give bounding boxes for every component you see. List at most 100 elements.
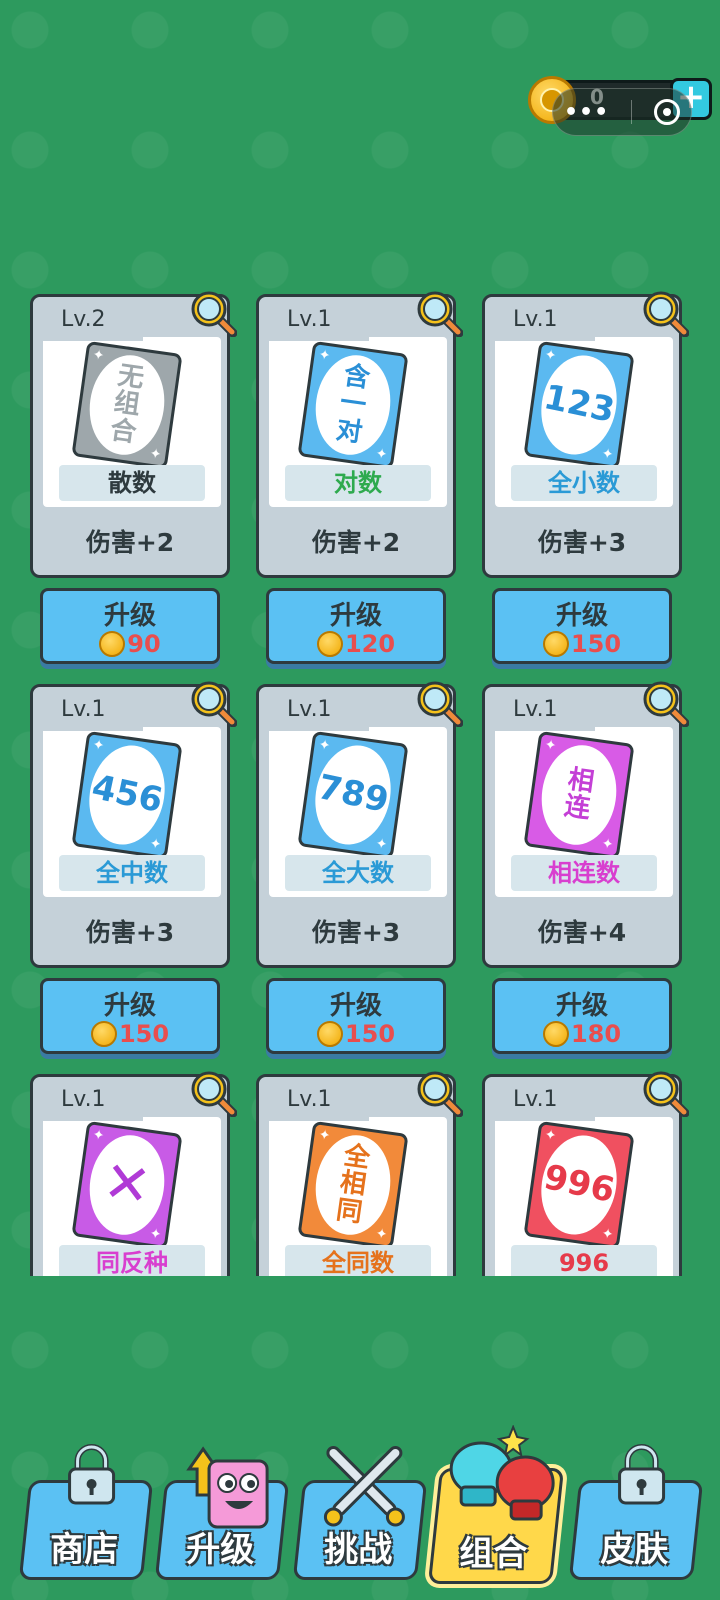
card-name: 全中数 bbox=[59, 855, 205, 891]
magnifier-icon[interactable] bbox=[189, 679, 238, 728]
card-level: Lv.1 bbox=[485, 687, 595, 731]
combo-card[interactable]: Lv.1 ✦ ✦ ✕ 同反种 bbox=[30, 1071, 238, 1276]
nav-tab-1[interactable]: 升级 bbox=[154, 1446, 290, 1580]
nav-label: 组合 bbox=[459, 1534, 528, 1574]
card-damage: 伤害+3 bbox=[311, 918, 401, 947]
upgrade-button[interactable]: 升级 150 bbox=[266, 978, 446, 1054]
card-level: Lv.1 bbox=[259, 687, 369, 731]
combo-card[interactable]: Lv.1 ✦ ✦ 含 一 对 对数 伤害+2 bbox=[256, 291, 464, 578]
card-name: 全同数 bbox=[285, 1245, 431, 1276]
magnifier-icon[interactable] bbox=[415, 1069, 464, 1118]
nav-label: 升级 bbox=[186, 1530, 255, 1570]
upgrade-cost: 90 bbox=[43, 630, 217, 658]
capsule-divider bbox=[631, 100, 633, 124]
card-symbol-tile: ✦ ✦ 全 相 同 bbox=[297, 1120, 409, 1250]
upgrade-label: 升级 bbox=[329, 991, 382, 1021]
magnifier-icon[interactable] bbox=[415, 679, 464, 728]
nav-label: 皮肤 bbox=[600, 1530, 669, 1570]
card-symbol: 996 bbox=[532, 1128, 626, 1242]
upgrade-cost: 150 bbox=[495, 630, 669, 658]
boxing-gloves-icon bbox=[441, 1424, 561, 1529]
upgrade-price: 120 bbox=[344, 630, 396, 658]
card-damage: 伤害+3 bbox=[537, 528, 627, 557]
nav-tab-2[interactable]: 挑战 bbox=[292, 1446, 428, 1580]
upgrade-button[interactable]: 升级 150 bbox=[492, 588, 672, 664]
card-symbol-tile: ✦ ✦ 123 bbox=[523, 340, 635, 470]
upgrade-price: 90 bbox=[127, 630, 161, 658]
card-name: 同反种 bbox=[59, 1245, 205, 1276]
upgrade-price: 150 bbox=[344, 1020, 396, 1048]
crossed-swords-icon bbox=[319, 1443, 409, 1533]
upgrade-label: 升级 bbox=[103, 991, 156, 1021]
coin-icon bbox=[99, 631, 126, 657]
coin-icon bbox=[542, 631, 569, 657]
close-target-icon[interactable] bbox=[654, 99, 681, 125]
upgrade-cost: 150 bbox=[43, 1020, 217, 1048]
card-name: 全小数 bbox=[511, 465, 657, 501]
coin-icon bbox=[316, 631, 343, 657]
card-level: Lv.1 bbox=[259, 1077, 369, 1121]
card-symbol: 全 相 同 bbox=[309, 1130, 397, 1240]
upgrade-price: 150 bbox=[570, 630, 622, 658]
nav-tab-4[interactable]: 皮肤 bbox=[568, 1444, 704, 1580]
upgrade-price: 150 bbox=[118, 1020, 170, 1048]
card-damage: 伤害+4 bbox=[537, 918, 627, 947]
card-name: 散数 bbox=[59, 465, 205, 501]
magnifier-icon[interactable] bbox=[641, 1069, 690, 1118]
card-level: Lv.1 bbox=[259, 297, 369, 341]
upgrade-cost: 120 bbox=[269, 630, 443, 658]
coin-icon bbox=[542, 1021, 569, 1047]
card-symbol-tile: ✦ ✦ 456 bbox=[71, 730, 183, 860]
nav-tab-0[interactable]: 商店 bbox=[18, 1444, 154, 1580]
nav-tab-3[interactable]: 组合 bbox=[427, 1424, 565, 1584]
card-damage: 伤害+2 bbox=[85, 528, 175, 557]
combo-card[interactable]: Lv.1 ✦ ✦ 相 连 相连数 伤害+4 bbox=[482, 681, 690, 968]
card-level: Lv.1 bbox=[485, 1077, 595, 1121]
upgrade-price: 180 bbox=[570, 1020, 622, 1048]
card-name: 全大数 bbox=[285, 855, 431, 891]
card-symbol-tile: ✦ ✦ 789 bbox=[297, 730, 409, 860]
card-name: 相连数 bbox=[511, 855, 657, 891]
card-symbol-tile: ✦ ✦ 相 连 bbox=[523, 730, 635, 860]
upgrade-button[interactable]: 升级 120 bbox=[266, 588, 446, 664]
combo-card[interactable]: Lv.1 ✦ ✦ 456 全中数 伤害+3 bbox=[30, 681, 238, 968]
combo-grid: Lv.2 ✦ ✦ 无 组 合 散数 伤害+2 升级 90 Lv.1 ✦ ✦ 含 一 … bbox=[0, 290, 720, 1276]
card-level: Lv.1 bbox=[33, 1077, 143, 1121]
card-symbol-tile: ✦ ✦ 996 bbox=[523, 1120, 635, 1250]
coin-icon bbox=[316, 1021, 343, 1047]
combo-card[interactable]: Lv.1 ✦ ✦ 123 全小数 伤害+3 bbox=[482, 291, 690, 578]
magnifier-icon[interactable] bbox=[641, 679, 690, 728]
magnifier-icon[interactable] bbox=[189, 290, 238, 338]
card-damage: 伤害+2 bbox=[311, 528, 401, 557]
magnifier-icon[interactable] bbox=[189, 1069, 238, 1118]
magnifier-icon[interactable] bbox=[415, 290, 464, 338]
mini-program-capsule: ••• bbox=[552, 88, 692, 136]
upgrade-button[interactable]: 升级 150 bbox=[40, 978, 220, 1054]
card-symbol: 相 连 bbox=[535, 740, 623, 850]
lock-icon bbox=[62, 1443, 122, 1511]
nav-label: 商店 bbox=[50, 1530, 119, 1570]
upgrade-label: 升级 bbox=[329, 601, 382, 631]
card-symbol-tile: ✦ ✦ ✕ bbox=[71, 1120, 183, 1250]
magnifier-icon[interactable] bbox=[641, 290, 690, 338]
coin-icon bbox=[90, 1021, 117, 1047]
lock-icon bbox=[612, 1443, 672, 1511]
card-damage: 伤害+3 bbox=[85, 918, 175, 947]
card-symbol-tile: ✦ ✦ 无 组 合 bbox=[71, 340, 183, 470]
upgrade-cost: 180 bbox=[495, 1020, 669, 1048]
combo-card[interactable]: Lv.1 ✦ ✦ 全 相 同 全同数 bbox=[256, 1071, 464, 1276]
upgrade-cost: 150 bbox=[269, 1020, 443, 1048]
bottom-nav: 商店 升级 挑战 组合 皮肤 bbox=[0, 1420, 720, 1600]
card-name: 996 bbox=[511, 1245, 657, 1276]
upgrade-label: 升级 bbox=[555, 991, 608, 1021]
upgrade-label: 升级 bbox=[555, 601, 608, 631]
combo-card[interactable]: Lv.2 ✦ ✦ 无 组 合 散数 伤害+2 bbox=[30, 291, 238, 578]
combo-card[interactable]: Lv.1 ✦ ✦ 996 996 bbox=[482, 1071, 690, 1276]
card-level: Lv.1 bbox=[33, 687, 143, 731]
combo-card[interactable]: Lv.1 ✦ ✦ 789 全大数 伤害+3 bbox=[256, 681, 464, 968]
more-menu-icon[interactable]: ••• bbox=[564, 100, 609, 125]
card-symbol: 456 bbox=[80, 738, 174, 852]
card-symbol: 789 bbox=[306, 738, 400, 852]
upgrade-button[interactable]: 升级 90 bbox=[40, 588, 220, 664]
upgrade-button[interactable]: 升级 180 bbox=[492, 978, 672, 1054]
